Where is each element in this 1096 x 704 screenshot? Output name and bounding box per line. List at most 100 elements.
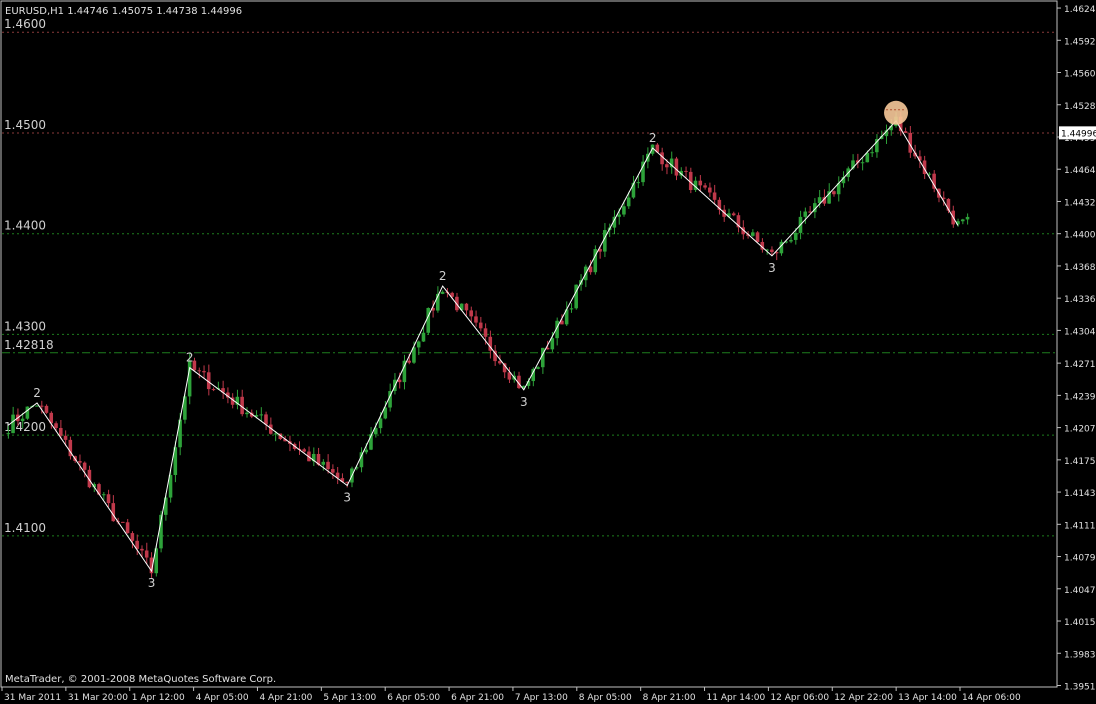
candle-body: [789, 239, 793, 242]
x-tick-label: 8 Apr 05:00: [579, 693, 632, 703]
y-tick-label: 1.44000: [1064, 231, 1096, 241]
candle-body: [264, 414, 268, 425]
candle-body: [626, 197, 631, 207]
candle-body: [101, 494, 106, 496]
candle-body: [82, 462, 87, 470]
copyright-text: MetaTrader, © 2001-2008 MetaQuotes Softw…: [5, 674, 276, 685]
y-tick-label: 1.40795: [1064, 554, 1096, 564]
candle-body: [321, 461, 326, 465]
candle-body: [378, 418, 383, 429]
candle-body: [478, 322, 483, 329]
x-tick-label: 6 Apr 05:00: [387, 693, 440, 703]
x-tick-label: 11 Apr 14:00: [707, 693, 766, 703]
x-tick-label: 14 Apr 06:00: [962, 693, 1021, 703]
candle-body: [6, 433, 11, 435]
y-tick-label: 1.40475: [1064, 586, 1096, 596]
y-tick-label: 1.45600: [1064, 70, 1096, 80]
y-tick-label: 1.41115: [1064, 521, 1096, 531]
candle-body: [302, 449, 306, 452]
candle-body: [793, 232, 798, 240]
y-tick-label: 1.42075: [1064, 425, 1096, 435]
candle-body: [211, 389, 216, 391]
candlestick-chart[interactable]: 1.4600 1.4500 1.4400 1.4300 1.42818 1.4200 1.4…: [0, 0, 1096, 704]
candle-body: [35, 405, 39, 407]
y-tick-label: 1.40155: [1064, 618, 1096, 628]
y-tick-label: 1.43360: [1064, 295, 1096, 305]
candle-body: [536, 367, 540, 369]
chart-background: [0, 0, 1096, 704]
candle-body: [44, 405, 49, 413]
candle-body: [474, 316, 478, 323]
candle-body: [97, 484, 101, 495]
candle-body: [674, 158, 679, 176]
x-tick-label: 12 Apr 22:00: [834, 693, 893, 703]
level-label: 1.4300: [4, 319, 46, 333]
candle-body: [903, 131, 908, 133]
x-tick-label: 31 Mar 20:00: [68, 693, 128, 703]
candle-body: [703, 185, 707, 188]
candle-body: [359, 452, 364, 468]
candle-body: [111, 503, 116, 522]
candle-body: [770, 249, 774, 253]
candle-body: [144, 550, 149, 558]
y-tick-label: 1.41435: [1064, 489, 1096, 499]
candle-body: [755, 232, 760, 242]
y-tick-label: 1.44320: [1064, 198, 1096, 208]
candle-body: [803, 211, 808, 217]
y-tick-label: 1.41755: [1064, 457, 1096, 467]
y-tick-label: 1.39835: [1064, 650, 1096, 660]
candle-body: [273, 433, 278, 435]
chart-header: EURUSD,H1 1.44746 1.45075 1.44738 1.4499…: [5, 6, 242, 17]
candle-body: [684, 170, 688, 172]
candle-body: [187, 360, 192, 397]
candle-body: [364, 449, 368, 453]
candle-body: [464, 303, 469, 311]
candle-body: [58, 427, 63, 436]
candle-body: [965, 216, 970, 220]
candle-body: [870, 152, 874, 154]
candle-body: [550, 338, 555, 350]
candle-body: [708, 187, 712, 193]
candle-body: [20, 418, 25, 422]
candle-body: [25, 406, 30, 419]
x-tick-label: 13 Apr 14:00: [898, 693, 957, 703]
level-label: 1.4600: [4, 17, 46, 31]
candle-body: [426, 307, 431, 333]
candle-body: [860, 162, 865, 164]
candle-body: [140, 548, 144, 551]
candle-body: [865, 152, 870, 163]
candle-body: [11, 414, 15, 434]
candle-body: [202, 371, 206, 373]
candle-body: [197, 370, 201, 372]
zigzag-label: 3: [343, 491, 351, 505]
candle-body: [259, 414, 264, 416]
candle-body: [125, 522, 130, 534]
zigzag-label: 3: [148, 576, 156, 590]
y-tick-label: 1.39515: [1064, 682, 1096, 692]
level-label: 1.4200: [4, 420, 46, 434]
candle-body: [54, 423, 58, 428]
zigzag-label: 3: [520, 395, 528, 409]
level-label: 1.4100: [4, 521, 46, 535]
candle-body: [78, 461, 82, 463]
candle-body: [617, 214, 621, 217]
candle-body: [469, 310, 473, 317]
candle-body: [245, 412, 249, 415]
y-tick-label: 1.42395: [1064, 392, 1096, 402]
x-tick-label: 4 Apr 05:00: [196, 693, 249, 703]
candle-body: [416, 341, 421, 348]
y-tick-label: 1.42715: [1064, 360, 1096, 370]
candle-body: [569, 308, 574, 310]
zigzag-label: 2: [649, 131, 657, 145]
candle-body: [712, 192, 717, 200]
candle-body: [698, 180, 703, 186]
y-tick-label: 1.45280: [1064, 102, 1096, 112]
candle-body: [483, 328, 488, 337]
candle-body: [960, 219, 965, 222]
candle-body: [407, 360, 411, 363]
x-tick-label: 1 Apr 12:00: [132, 693, 185, 703]
candle-body: [63, 435, 68, 440]
candle-body: [130, 533, 135, 541]
candle-body: [326, 461, 330, 470]
x-tick-label: 31 Mar 2011: [4, 693, 61, 703]
